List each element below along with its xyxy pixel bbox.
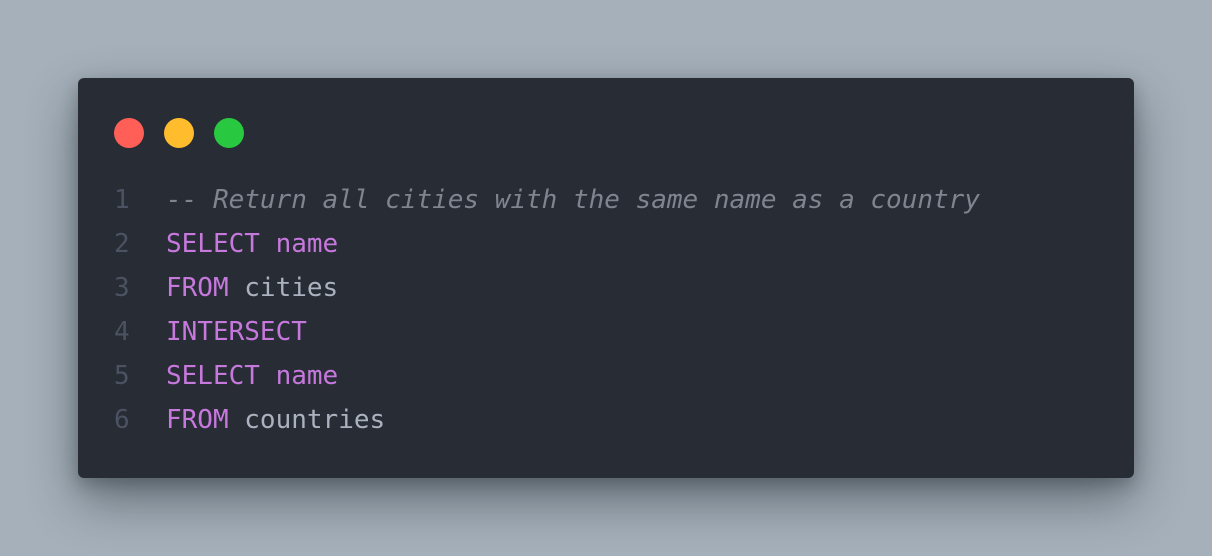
- code-text: INTERSECT: [166, 310, 307, 354]
- code-line: 6 FROM countries: [114, 398, 980, 442]
- maximize-dot-icon[interactable]: [214, 118, 244, 148]
- line-number: 5: [114, 361, 130, 391]
- code-text: FROM cities: [166, 266, 338, 310]
- code-token-column: name: [275, 361, 339, 391]
- code-token-keyword: SELECT: [166, 361, 260, 391]
- code-text: -- Return all cities with the same name …: [166, 178, 980, 222]
- code-text: SELECT name: [166, 222, 338, 266]
- code-token-keyword: FROM: [166, 405, 229, 435]
- line-number: 2: [114, 229, 130, 259]
- code-token-plain: cities: [244, 273, 339, 303]
- code-token-plain: countries: [244, 405, 386, 435]
- code-text: SELECT name: [166, 354, 338, 398]
- window-controls: [114, 118, 244, 148]
- code-line: 3 FROM cities: [114, 266, 980, 310]
- minimize-dot-icon[interactable]: [164, 118, 194, 148]
- code-line: 2 SELECT name: [114, 222, 980, 266]
- code-token-comment: -- Return all cities with the same name …: [166, 185, 980, 215]
- close-dot-icon[interactable]: [114, 118, 144, 148]
- line-number: 3: [114, 273, 130, 303]
- line-number: 6: [114, 405, 130, 435]
- code-text: FROM countries: [166, 398, 385, 442]
- code-token-keyword: SELECT: [166, 229, 260, 259]
- line-number: 4: [114, 317, 130, 347]
- code-line: 5 SELECT name: [114, 354, 980, 398]
- code-line: 1 -- Return all cities with the same name…: [114, 178, 980, 222]
- code-window: 1 -- Return all cities with the same name…: [78, 78, 1134, 478]
- code-token-keyword: FROM: [166, 273, 229, 303]
- code-block: 1 -- Return all cities with the same name…: [114, 178, 980, 442]
- code-token-column: name: [275, 229, 339, 259]
- code-token-keyword: INTERSECT: [166, 317, 307, 347]
- line-number: 1: [114, 185, 130, 215]
- code-line: 4 INTERSECT: [114, 310, 980, 354]
